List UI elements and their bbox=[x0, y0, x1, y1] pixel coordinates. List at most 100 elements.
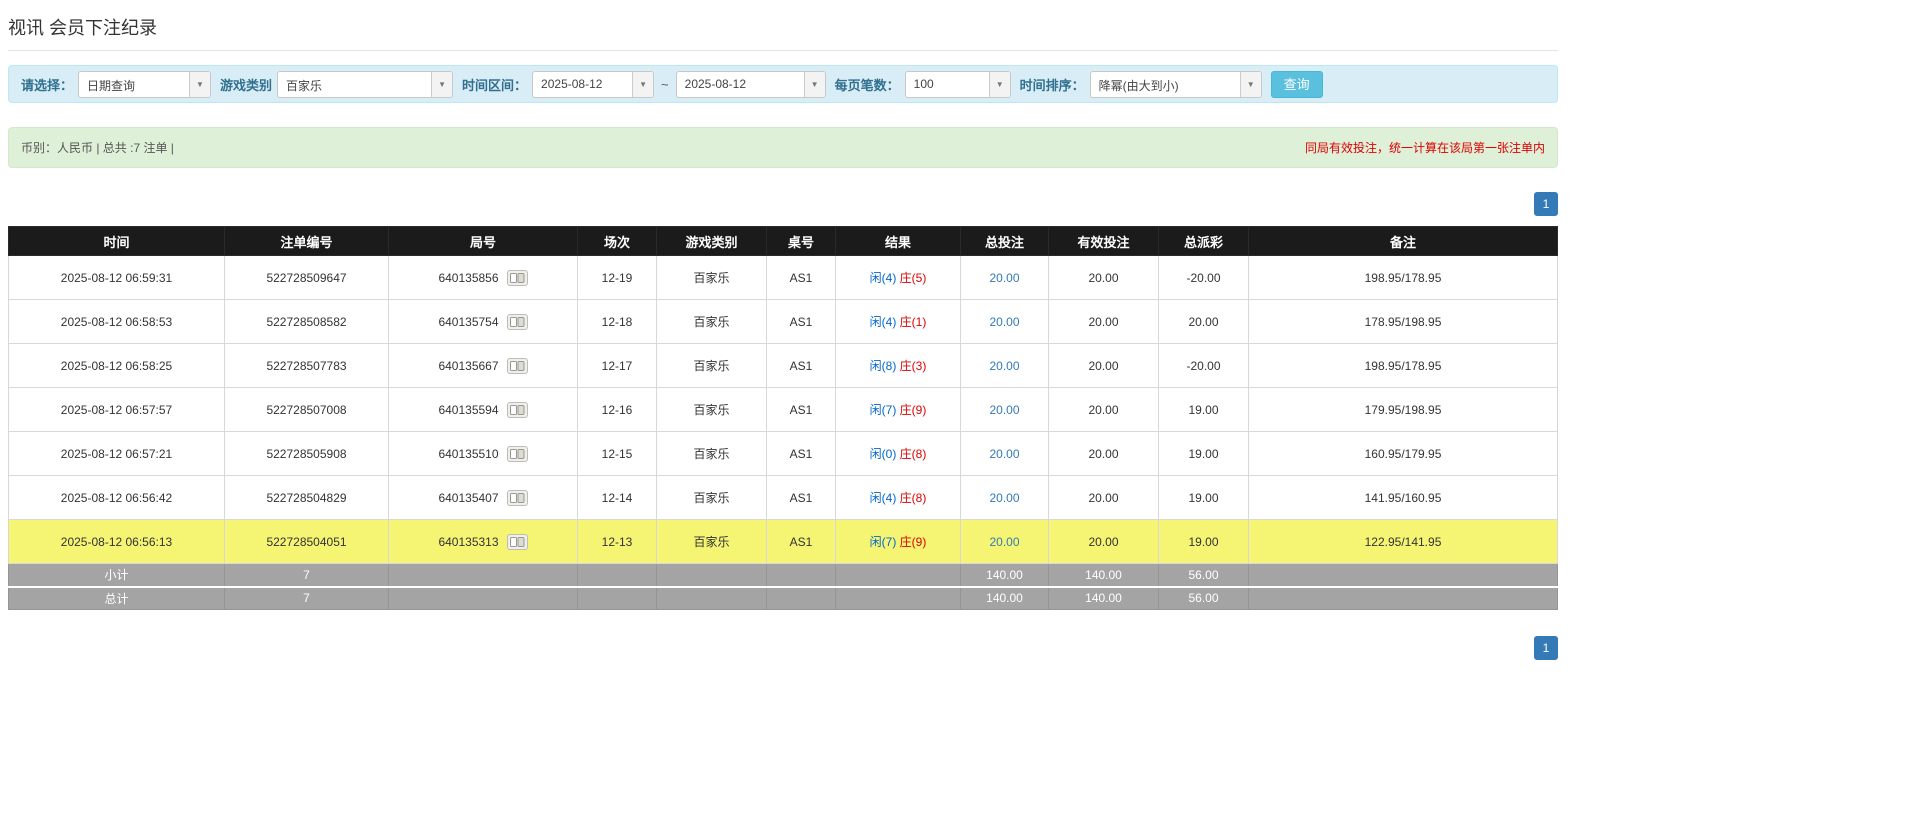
view-cards-icon[interactable] bbox=[507, 446, 528, 462]
cell-session: 12-18 bbox=[578, 300, 657, 344]
game-category-select[interactable]: 百家乐 ▼ bbox=[277, 71, 453, 98]
result-banker: 庄(1) bbox=[900, 315, 927, 329]
header-result: 结果 bbox=[836, 227, 961, 256]
pagination-bottom: 1 bbox=[8, 636, 1558, 660]
view-cards-icon[interactable] bbox=[507, 402, 528, 418]
subtotal-payout: 56.00 bbox=[1159, 564, 1249, 587]
chevron-down-icon[interactable]: ▼ bbox=[431, 72, 452, 97]
chevron-down-icon[interactable]: ▼ bbox=[804, 72, 825, 97]
result-player: 闲(7) bbox=[870, 403, 897, 417]
table-row: 2025-08-12 06:56:13522728504051640135313… bbox=[9, 520, 1558, 564]
cell-remark: 160.95/179.95 bbox=[1249, 432, 1558, 476]
betting-records-table: 时间 注单编号 局号 场次 游戏类别 桌号 结果 总投注 有效投注 总派彩 备注… bbox=[8, 226, 1558, 610]
query-type-select[interactable]: 日期查询 ▼ bbox=[78, 71, 211, 98]
round-id-text: 640135313 bbox=[438, 535, 498, 549]
chevron-down-icon[interactable]: ▼ bbox=[989, 72, 1010, 97]
cell-bet-id: 522728507008 bbox=[225, 388, 389, 432]
cell-session: 12-19 bbox=[578, 256, 657, 300]
cell-session: 12-15 bbox=[578, 432, 657, 476]
header-time: 时间 bbox=[9, 227, 225, 256]
cell-result: 闲(4) 庄(8) bbox=[836, 476, 961, 520]
subtotal-count: 7 bbox=[225, 564, 389, 587]
chevron-down-icon[interactable]: ▼ bbox=[632, 72, 653, 97]
cell-total-bet: 20.00 bbox=[961, 344, 1049, 388]
total-bet-link[interactable]: 20.00 bbox=[989, 491, 1019, 505]
cell-round-id: 640135510 bbox=[389, 432, 578, 476]
subtotal-row: 小计 7 140.00 140.00 56.00 bbox=[9, 564, 1558, 587]
cell-total-bet: 20.00 bbox=[961, 388, 1049, 432]
total-bet-link[interactable]: 20.00 bbox=[989, 447, 1019, 461]
page-button-1[interactable]: 1 bbox=[1534, 192, 1558, 216]
cell-valid-bet: 20.00 bbox=[1049, 388, 1159, 432]
cell-payout: 19.00 bbox=[1159, 520, 1249, 564]
result-player: 闲(4) bbox=[870, 271, 897, 285]
cell-session: 12-16 bbox=[578, 388, 657, 432]
cell-total-bet: 20.00 bbox=[961, 256, 1049, 300]
date-range-separator: ~ bbox=[659, 77, 671, 92]
view-cards-icon[interactable] bbox=[507, 490, 528, 506]
cell-table-no: AS1 bbox=[767, 344, 836, 388]
header-table-no: 桌号 bbox=[767, 227, 836, 256]
total-bet-link[interactable]: 20.00 bbox=[989, 315, 1019, 329]
table-row: 2025-08-12 06:58:25522728507783640135667… bbox=[9, 344, 1558, 388]
view-cards-icon[interactable] bbox=[507, 270, 528, 286]
cell-bet-id: 522728508582 bbox=[225, 300, 389, 344]
chevron-down-icon[interactable]: ▼ bbox=[1240, 72, 1261, 97]
cell-remark: 122.95/141.95 bbox=[1249, 520, 1558, 564]
total-bet-link[interactable]: 20.00 bbox=[989, 359, 1019, 373]
cell-time: 2025-08-12 06:56:42 bbox=[9, 476, 225, 520]
page-title: 视讯 会员下注纪录 bbox=[8, 8, 1558, 51]
cell-round-id: 640135594 bbox=[389, 388, 578, 432]
total-bet-link[interactable]: 20.00 bbox=[989, 403, 1019, 417]
cell-remark: 179.95/198.95 bbox=[1249, 388, 1558, 432]
currency-total-text: 币别：人民币 | 总共 :7 注单 | bbox=[21, 139, 174, 156]
cell-remark: 178.95/198.95 bbox=[1249, 300, 1558, 344]
cell-bet-id: 522728505908 bbox=[225, 432, 389, 476]
table-header-row: 时间 注单编号 局号 场次 游戏类别 桌号 结果 总投注 有效投注 总派彩 备注 bbox=[9, 227, 1558, 256]
cell-total-bet: 20.00 bbox=[961, 300, 1049, 344]
date-from-select[interactable]: 2025-08-12 ▼ bbox=[532, 71, 654, 98]
time-range-label: 时间区间： bbox=[462, 75, 527, 94]
header-remark: 备注 bbox=[1249, 227, 1558, 256]
cell-time: 2025-08-12 06:57:57 bbox=[9, 388, 225, 432]
result-banker: 庄(9) bbox=[900, 535, 927, 549]
chevron-down-icon[interactable]: ▼ bbox=[189, 72, 210, 97]
result-banker: 庄(8) bbox=[900, 491, 927, 505]
view-cards-icon[interactable] bbox=[507, 534, 528, 550]
cell-valid-bet: 20.00 bbox=[1049, 344, 1159, 388]
cell-round-id: 640135313 bbox=[389, 520, 578, 564]
time-sort-select[interactable]: 降幂(由大到小) ▼ bbox=[1090, 71, 1262, 98]
date-to-select[interactable]: 2025-08-12 ▼ bbox=[676, 71, 826, 98]
pagination-top: 1 bbox=[8, 192, 1558, 216]
header-total-bet: 总投注 bbox=[961, 227, 1049, 256]
filter-bar: 请选择： 日期查询 ▼ 游戏类别 百家乐 ▼ 时间区间： 2025-08-12 … bbox=[8, 65, 1558, 103]
per-page-select[interactable]: 100 ▼ bbox=[905, 71, 1011, 98]
cell-payout: 19.00 bbox=[1159, 388, 1249, 432]
total-bet-link[interactable]: 20.00 bbox=[989, 271, 1019, 285]
cell-result: 闲(0) 庄(8) bbox=[836, 432, 961, 476]
page-button-1[interactable]: 1 bbox=[1534, 636, 1558, 660]
cell-total-bet: 20.00 bbox=[961, 476, 1049, 520]
cell-time: 2025-08-12 06:58:25 bbox=[9, 344, 225, 388]
total-total-bet: 140.00 bbox=[961, 587, 1049, 610]
subtotal-label: 小计 bbox=[9, 564, 225, 587]
cell-game-category: 百家乐 bbox=[657, 344, 767, 388]
table-row: 2025-08-12 06:58:53522728508582640135754… bbox=[9, 300, 1558, 344]
search-button[interactable]: 查询 bbox=[1271, 71, 1323, 98]
cell-bet-id: 522728504829 bbox=[225, 476, 389, 520]
result-banker: 庄(5) bbox=[900, 271, 927, 285]
cell-table-no: AS1 bbox=[767, 388, 836, 432]
cell-time: 2025-08-12 06:58:53 bbox=[9, 300, 225, 344]
cell-table-no: AS1 bbox=[767, 520, 836, 564]
cell-payout: 20.00 bbox=[1159, 300, 1249, 344]
cell-remark: 141.95/160.95 bbox=[1249, 476, 1558, 520]
view-cards-icon[interactable] bbox=[507, 358, 528, 374]
total-bet-link[interactable]: 20.00 bbox=[989, 535, 1019, 549]
cell-payout: 19.00 bbox=[1159, 476, 1249, 520]
cell-result: 闲(7) 庄(9) bbox=[836, 388, 961, 432]
game-category-label: 游戏类别 bbox=[220, 75, 272, 94]
total-count: 7 bbox=[225, 587, 389, 610]
cell-result: 闲(7) 庄(9) bbox=[836, 520, 961, 564]
view-cards-icon[interactable] bbox=[507, 314, 528, 330]
result-player: 闲(7) bbox=[870, 535, 897, 549]
